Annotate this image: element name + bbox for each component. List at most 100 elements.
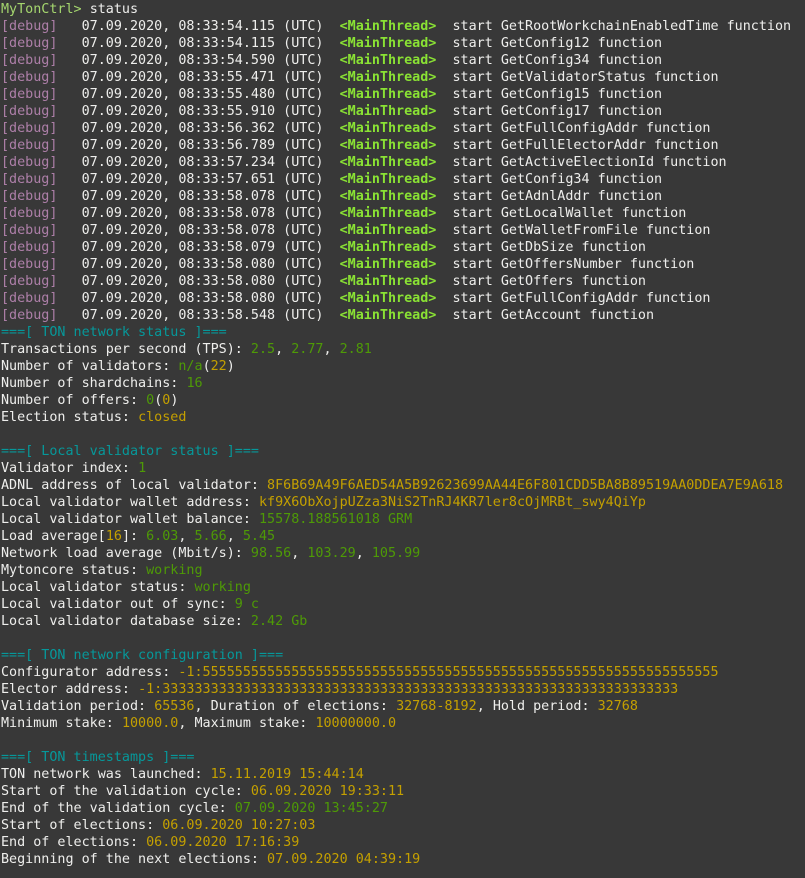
log-thread: <MainThread> — [339, 70, 437, 85]
netload-2: 103.29 — [307, 546, 356, 561]
log-entry: [debug] 07.09.2020, 08:33:54.115 (UTC) <… — [1, 35, 805, 52]
adnl-line: ADNL address of local validator: 8F6B69A… — [1, 477, 805, 494]
log-thread: <MainThread> — [339, 172, 437, 187]
prompt: MyTonCtrl> — [1, 2, 90, 17]
label: Number of offers: — [1, 393, 147, 408]
load-3: 5.45 — [242, 529, 276, 544]
log-timestamp: 07.09.2020, 08:33:54.115 (UTC) — [81, 36, 324, 51]
elections-start-line: Start of elections: 06.09.2020 10:27:03 — [1, 817, 805, 834]
stake-line: Minimum stake: 10000.0, Maximum stake: 1… — [1, 716, 397, 731]
log-message: start GetDbSize function — [452, 240, 646, 255]
log-entry: [debug] 07.09.2020, 08:33:58.079 (UTC) <… — [1, 239, 805, 256]
log-thread: <MainThread> — [339, 19, 437, 34]
log-entry: [debug] 07.09.2020, 08:33:57.651 (UTC) <… — [1, 171, 805, 188]
elections-end-line: End of elections: 06.09.2020 17:16:39 — [1, 834, 805, 851]
log-level: [debug] — [1, 121, 58, 136]
label: Number of validators: — [1, 359, 179, 374]
offers-value: 0 — [146, 393, 155, 408]
log-entry: [debug] 07.09.2020, 08:33:56.789 (UTC) <… — [1, 137, 805, 154]
netload-3: 105.99 — [371, 546, 421, 561]
log-timestamp: 07.09.2020, 08:33:54.590 (UTC) — [81, 53, 324, 68]
log-thread: <MainThread> — [339, 138, 437, 153]
log-level: [debug] — [1, 189, 58, 204]
log-message: start GetOffers function — [452, 274, 646, 289]
log-entry: [debug] 07.09.2020, 08:33:58.078 (UTC) <… — [1, 222, 805, 239]
out-of-sync-line: Local validator out of sync: 9 c — [1, 596, 805, 613]
log-timestamp: 07.09.2020, 08:33:58.078 (UTC) — [81, 223, 324, 238]
label: Beginning of the next elections: — [1, 852, 268, 867]
log-thread: <MainThread> — [339, 87, 437, 102]
log-level: [debug] — [1, 70, 58, 85]
validators-total: 22 — [210, 359, 227, 374]
log-timestamp: 07.09.2020, 08:33:58.080 (UTC) — [81, 291, 324, 306]
log-timestamp: 07.09.2020, 08:33:56.362 (UTC) — [81, 121, 324, 136]
log-message: start GetAccount function — [452, 308, 655, 323]
label: Transactions per second (TPS): — [1, 342, 251, 357]
label: Validation period: — [1, 699, 155, 714]
shardchains-line: Number of shardchains: 16 — [1, 375, 805, 392]
offers-line: Number of offers: 0(0) — [1, 393, 179, 408]
log-message: start GetConfig17 function — [452, 104, 663, 119]
log-entry: [debug] 07.09.2020, 08:33:58.080 (UTC) <… — [1, 290, 805, 307]
offers-total: 0 — [162, 393, 171, 408]
db-size-value: 2.42 Gb — [250, 614, 308, 629]
log-entry: [debug] 07.09.2020, 08:33:57.234 (UTC) <… — [1, 154, 805, 171]
log-message: start GetFullElectorAddr function — [452, 138, 719, 153]
label: Maximum stake: — [194, 716, 316, 731]
log-message: start GetOffersNumber function — [452, 257, 695, 272]
log-thread: <MainThread> — [339, 291, 437, 306]
terminal[interactable]: MyTonCtrl> status [debug] 07.09.2020, 08… — [0, 0, 805, 868]
section-header-network-status: ===[ TON network status ]=== — [1, 325, 227, 340]
log-timestamp: 07.09.2020, 08:33:58.080 (UTC) — [81, 257, 324, 272]
log-level: [debug] — [1, 19, 58, 34]
mytoncore-status-line: Mytoncore status: working — [1, 562, 805, 579]
log-message: start GetConfig12 function — [452, 36, 663, 51]
election-status-line: Election status: closed — [1, 409, 805, 426]
log-level: [debug] — [1, 36, 58, 51]
label: Local validator status: — [1, 580, 195, 595]
label: Start of elections: — [1, 818, 163, 833]
log-timestamp: 07.09.2020, 08:33:58.548 (UTC) — [81, 308, 324, 323]
wallet-balance-line: Local validator wallet balance: 15578.18… — [1, 511, 805, 528]
validation-period-value: 65536 — [154, 699, 195, 714]
log-thread: <MainThread> — [339, 308, 437, 323]
label: Local validator wallet address: — [1, 495, 259, 510]
log-timestamp: 07.09.2020, 08:33:55.480 (UTC) — [81, 87, 324, 102]
network-load-line: Network load average (Mbit/s): 98.56, 10… — [1, 546, 421, 561]
log-level: [debug] — [1, 155, 58, 170]
section-header-network-config: ===[ TON network configuration ]=== — [1, 648, 284, 663]
log-level: [debug] — [1, 223, 58, 238]
log-thread: <MainThread> — [339, 223, 437, 238]
log-entry: [debug] 07.09.2020, 08:33:58.080 (UTC) <… — [1, 256, 805, 273]
log-message: start GetAdnlAddr function — [452, 189, 663, 204]
log-level: [debug] — [1, 291, 58, 306]
log-thread: <MainThread> — [339, 155, 437, 170]
log-message: start GetConfig34 function — [452, 172, 663, 187]
debug-log: [debug] 07.09.2020, 08:33:54.115 (UTC) <… — [1, 18, 805, 324]
label: End of elections: — [1, 835, 147, 850]
log-message: start GetValidatorStatus function — [452, 70, 719, 85]
max-stake-value: 10000000.0 — [315, 716, 397, 731]
label: Mytoncore status: — [1, 563, 147, 578]
log-thread: <MainThread> — [339, 104, 437, 119]
cycle-end-line: End of the validation cycle: 07.09.2020 … — [1, 800, 805, 817]
log-message: start GetWalletFromFile function — [452, 223, 711, 238]
label: Network load average (Mbit/s): — [1, 546, 251, 561]
mytoncore-status-value: working — [146, 563, 203, 578]
label: Load average[ — [1, 529, 106, 544]
log-entry: [debug] 07.09.2020, 08:33:58.080 (UTC) <… — [1, 273, 805, 290]
cycle-start-line: Start of the validation cycle: 06.09.202… — [1, 783, 805, 800]
label: Number of shardchains: — [1, 376, 187, 391]
validator-index-value: 1 — [138, 461, 147, 476]
log-entry: [debug] 07.09.2020, 08:33:54.115 (UTC) <… — [1, 18, 805, 35]
validators-value: n/a — [178, 359, 203, 374]
log-entry: [debug] 07.09.2020, 08:33:58.078 (UTC) <… — [1, 188, 805, 205]
log-level: [debug] — [1, 104, 58, 119]
label: ]: — [121, 529, 147, 544]
log-entry: [debug] 07.09.2020, 08:33:54.590 (UTC) <… — [1, 52, 805, 69]
election-status-value: closed — [138, 410, 187, 425]
log-entry: [debug] 07.09.2020, 08:33:58.078 (UTC) <… — [1, 205, 805, 222]
log-timestamp: 07.09.2020, 08:33:55.471 (UTC) — [81, 70, 324, 85]
